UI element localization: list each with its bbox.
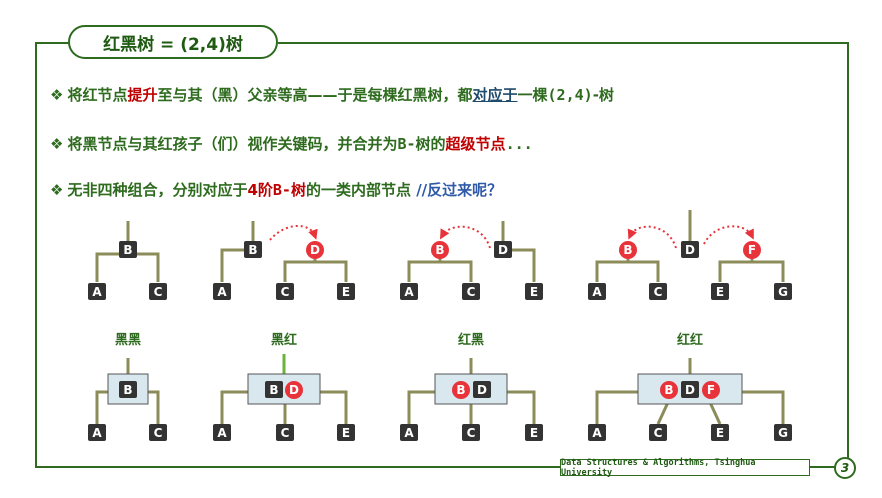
red-node: F [702, 381, 720, 399]
svg-text:C: C [467, 285, 476, 299]
svg-text:E: E [342, 285, 350, 299]
svg-text:D: D [685, 383, 695, 397]
top-diagram-rb [407, 221, 536, 282]
footer-text: Data Structures & Algorithms, Tsinghua U… [561, 457, 756, 478]
svg-text:C: C [281, 426, 290, 440]
leaf-node: E [525, 283, 543, 300]
svg-text:F: F [748, 243, 756, 257]
svg-text:B: B [435, 243, 444, 257]
leaf-node: E [711, 283, 729, 300]
svg-text:B: B [623, 243, 632, 257]
red-node: B [452, 381, 470, 399]
red-black-diagrams: B B D B D B D F A C A C E A C E A C E G … [88, 210, 792, 441]
svg-text:E: E [342, 426, 350, 440]
svg-text:C: C [281, 285, 290, 299]
svg-text:A: A [404, 285, 414, 299]
svg-text:D: D [310, 243, 320, 257]
svg-text:E: E [716, 426, 724, 440]
black-node: D [494, 241, 512, 258]
black-node: B [244, 241, 262, 258]
black-node: B [119, 241, 137, 258]
leaf-node: A [588, 424, 606, 441]
svg-text:D: D [498, 243, 508, 257]
black-node: D [681, 241, 699, 258]
svg-text:B: B [123, 243, 132, 257]
svg-text:C: C [154, 285, 163, 299]
svg-text:C: C [654, 426, 663, 440]
promotion-arc [627, 225, 677, 249]
super-node-box [247, 373, 321, 405]
promotion-arc [269, 225, 318, 241]
svg-text:D: D [477, 383, 487, 397]
black-node: D [473, 381, 491, 398]
promotion-arc [440, 225, 491, 249]
leaf-node: C [649, 424, 667, 441]
leaf-node: C [149, 424, 167, 441]
leaf-node: C [649, 283, 667, 300]
red-node: B [431, 241, 449, 259]
svg-text:G: G [778, 426, 788, 440]
svg-text:A: A [92, 285, 102, 299]
svg-text:F: F [707, 383, 715, 397]
red-node: F [743, 241, 761, 259]
svg-text:B: B [456, 383, 465, 397]
leaf-node: C [462, 424, 480, 441]
svg-text:A: A [592, 285, 602, 299]
svg-text:C: C [654, 285, 663, 299]
label-br: 黑红 [271, 332, 297, 348]
leaf-node: E [711, 424, 729, 441]
svg-text:B: B [123, 383, 132, 397]
leaf-node: A [88, 424, 106, 441]
footer-caption: Data Structures & Algorithms, Tsinghua U… [560, 457, 810, 478]
svg-text:A: A [217, 285, 227, 299]
leaf-node: E [337, 424, 355, 441]
svg-text:E: E [530, 426, 538, 440]
leaf-node: C [276, 424, 294, 441]
leaf-node: A [88, 283, 106, 300]
svg-text:A: A [404, 426, 414, 440]
label-rr: 红红 [677, 332, 703, 348]
svg-text:D: D [685, 243, 695, 257]
page-number: 3 [834, 457, 856, 479]
svg-text:C: C [154, 426, 163, 440]
leaf-node: E [525, 424, 543, 441]
leaf-node: E [337, 283, 355, 300]
leaf-node: G [774, 283, 792, 300]
svg-text:A: A [592, 426, 602, 440]
leaf-node: A [213, 283, 231, 300]
svg-text:C: C [467, 426, 476, 440]
black-node: B [119, 381, 137, 398]
black-node: D [681, 381, 699, 398]
leaf-node: A [588, 283, 606, 300]
leaf-node: C [276, 283, 294, 300]
leaf-node: A [400, 424, 418, 441]
red-node: D [306, 241, 324, 259]
leaf-node: A [400, 283, 418, 300]
svg-text:G: G [778, 285, 788, 299]
svg-text:A: A [92, 426, 102, 440]
page-number-text: 3 [840, 461, 850, 475]
svg-text:E: E [716, 285, 724, 299]
svg-text:A: A [217, 426, 227, 440]
super-node-box [434, 373, 508, 405]
promotion-arc [703, 225, 754, 245]
svg-text:B: B [269, 383, 278, 397]
label-bb: 黑黑 [115, 333, 141, 348]
leaf-node: A [213, 424, 231, 441]
black-node: B [265, 381, 283, 398]
svg-text:E: E [530, 285, 538, 299]
leaf-node: C [149, 283, 167, 300]
red-node: D [285, 381, 303, 399]
svg-text:D: D [289, 383, 299, 397]
leaf-node: C [462, 283, 480, 300]
red-node: B [619, 241, 637, 259]
leaf-node: G [774, 424, 792, 441]
svg-text:B: B [664, 383, 673, 397]
top-diagram-br [220, 221, 348, 282]
red-node: B [660, 381, 678, 399]
svg-text:B: B [248, 243, 257, 257]
label-rb: 红黑 [458, 332, 484, 348]
